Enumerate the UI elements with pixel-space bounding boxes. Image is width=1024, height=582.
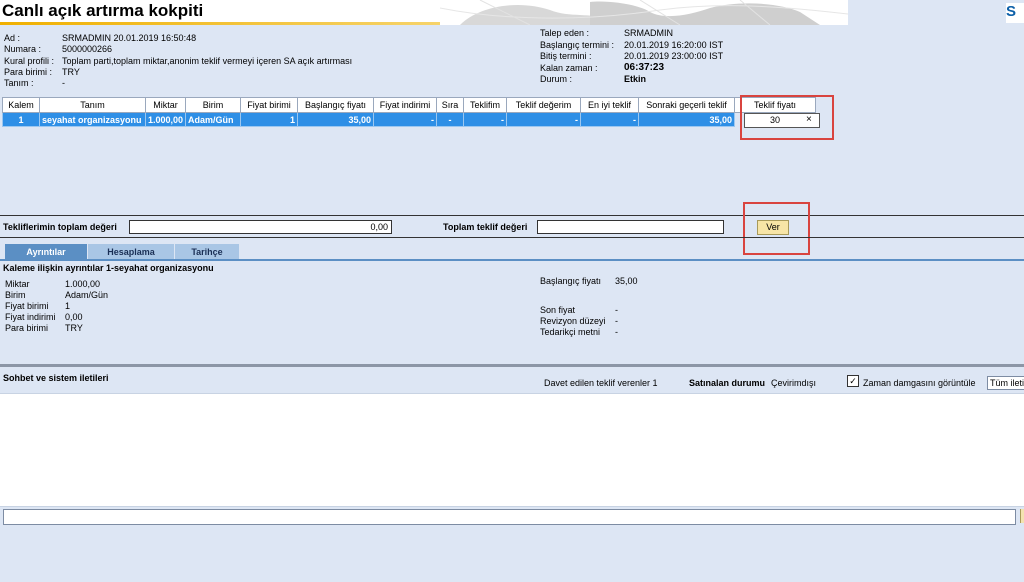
detail-value: 35,00	[615, 276, 638, 286]
cell-description: seyahat organizasyonu	[39, 112, 146, 127]
tab-calculation[interactable]: Hesaplama	[88, 244, 174, 260]
total-bid-field	[537, 220, 724, 234]
title-underline	[0, 22, 440, 25]
tab-strip-line	[0, 259, 1024, 261]
detail-value: -	[615, 305, 618, 315]
info-value: -	[62, 78, 65, 88]
info-label: Talep eden :	[540, 28, 590, 38]
detail-value: 0,00	[65, 312, 83, 322]
cell-discount: -	[373, 112, 438, 127]
info-label: Ad :	[4, 33, 21, 43]
invited-bidders: Davet edilen teklif verenler 1	[544, 378, 658, 388]
column-header[interactable]: Miktar	[144, 97, 187, 113]
details-heading: Kaleme ilişkin ayrıntılar 1-seyahat orga…	[3, 263, 214, 273]
info-label: Başlangıç termini :	[540, 40, 615, 50]
detail-value: -	[615, 316, 618, 326]
highlight-box-submit	[743, 202, 810, 255]
timestamp-checkbox[interactable]: ✓	[847, 375, 859, 387]
info-label: Numara :	[4, 44, 42, 54]
cell-unit: Adam/Gün	[185, 112, 242, 127]
table-header-row: Kalem Tanım Miktar Birim Fiyat birimi Ba…	[2, 97, 817, 113]
my-total-label: Tekliflerimin toplam değeri	[3, 222, 117, 232]
detail-label: Revizyon düzeyi	[540, 316, 606, 326]
message-filter-select[interactable]: Tüm ileti	[987, 376, 1024, 390]
send-button[interactable]	[1020, 509, 1024, 523]
detail-label: Miktar	[5, 279, 30, 289]
world-map-decoration	[440, 0, 848, 25]
detail-label: Tedarikçi metni	[540, 327, 601, 337]
info-value: 20.01.2019 23:00:00 IST	[624, 51, 724, 61]
my-total-value: 0,00	[370, 222, 388, 232]
cell-my-bid: -	[463, 112, 508, 127]
table-row[interactable]: 1 seyahat organizasyonu 1.000,00 Adam/Gü…	[2, 112, 817, 127]
divider	[0, 237, 1024, 238]
buyer-status-value: Çevirimdışı	[771, 378, 817, 388]
timestamp-label: Zaman damgasını görüntüle	[863, 378, 976, 388]
info-label: Kural profili :	[4, 56, 55, 66]
info-value: SRMADMIN	[624, 28, 673, 38]
info-label: Kalan zaman :	[540, 63, 598, 73]
column-header[interactable]: Teklif değerim	[506, 97, 582, 113]
tab-history[interactable]: Tarihçe	[175, 244, 239, 260]
divider	[0, 364, 1024, 367]
info-value: 20.01.2019 16:20:00 IST	[624, 40, 724, 50]
info-label: Para birimi :	[4, 67, 53, 77]
cell-item: 1	[2, 112, 40, 127]
remaining-time: 06:37:23	[624, 62, 665, 73]
page-title: Canlı açık artırma kokpiti	[2, 1, 204, 20]
column-header[interactable]: Kalem	[2, 97, 40, 113]
status-value: Etkin	[624, 74, 647, 84]
cell-start-price: 35,00	[297, 112, 375, 127]
detail-label: Son fiyat	[540, 305, 576, 315]
column-header[interactable]: Fiyat indirimi	[373, 97, 438, 113]
items-table: Kalem Tanım Miktar Birim Fiyat birimi Ba…	[2, 97, 817, 127]
cell-best-bid: -	[580, 112, 640, 127]
tab-details[interactable]: Ayrıntılar	[5, 244, 87, 260]
cell-next-valid-bid: 35,00	[638, 112, 736, 127]
detail-value: 1.000,00	[65, 279, 101, 289]
cell-price-unit: 1	[240, 112, 299, 127]
column-header[interactable]: Sonraki geçerli teklif	[638, 97, 736, 113]
info-label: Tanım :	[4, 78, 34, 88]
highlight-box-bid	[740, 95, 834, 140]
detail-label: Para birimi	[5, 323, 49, 333]
column-header[interactable]: Birim	[185, 97, 242, 113]
buyer-status-label: Satınalan durumu	[689, 378, 766, 388]
detail-label: Fiyat birimi	[5, 301, 49, 311]
info-value: Toplam parti,toplam miktar,anonim teklif…	[62, 56, 353, 66]
detail-value: TRY	[65, 323, 83, 333]
title-bar: Canlı açık artırma kokpiti	[0, 0, 848, 25]
column-header[interactable]: Tanım	[39, 97, 146, 113]
column-header[interactable]: Sıra	[436, 97, 465, 113]
cell-my-bid-value: -	[506, 112, 582, 127]
detail-label: Birim	[5, 290, 26, 300]
column-header[interactable]: Teklifim	[463, 97, 508, 113]
detail-label: Fiyat indirimi	[5, 312, 56, 322]
column-header[interactable]: Fiyat birimi	[240, 97, 299, 113]
info-label: Durum :	[540, 74, 573, 84]
info-label: Bitiş termini :	[540, 51, 592, 61]
detail-label: Başlangıç fiyatı	[540, 276, 602, 286]
info-value: SRMADMIN 20.01.2019 16:50:48	[62, 33, 197, 43]
detail-value: -	[615, 327, 618, 337]
message-input[interactable]	[3, 509, 1016, 525]
total-bid-label: Toplam teklif değeri	[443, 222, 528, 232]
detail-value: 1	[65, 301, 71, 311]
chat-heading: Sohbet ve sistem iletileri	[3, 373, 109, 383]
divider	[0, 215, 1024, 216]
column-header[interactable]: Başlangıç fiyatı	[297, 97, 375, 113]
cell-quantity: 1.000,00	[144, 112, 187, 127]
info-value: TRY	[62, 67, 80, 77]
info-value: 5000000266	[62, 44, 113, 54]
column-header[interactable]: En iyi teklif	[580, 97, 640, 113]
detail-value: Adam/Gün	[65, 290, 109, 300]
chat-messages-area[interactable]	[0, 393, 1024, 507]
sap-logo: S	[1006, 3, 1024, 23]
cell-rank: -	[436, 112, 465, 127]
